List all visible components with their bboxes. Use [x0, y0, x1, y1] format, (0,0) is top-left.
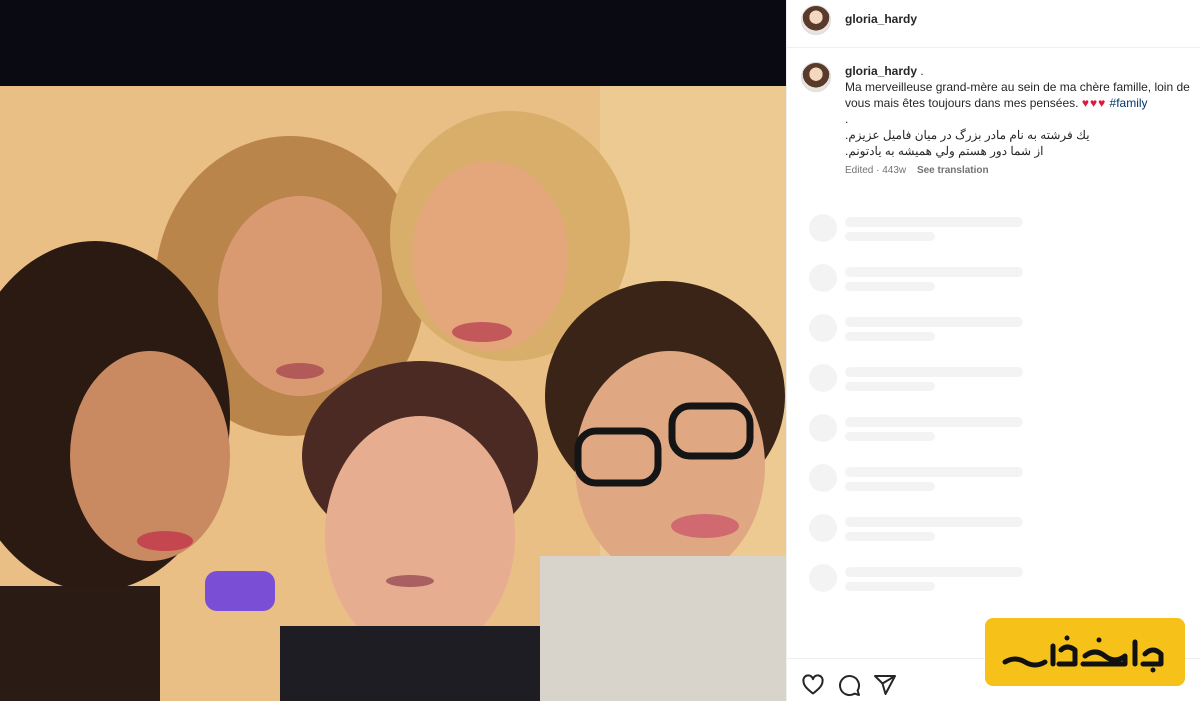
saednews-watermark-logo	[985, 618, 1185, 686]
caption-username[interactable]: gloria_hardy	[845, 64, 917, 78]
caption-persian-line-2: از شما دور هستم ولي هميشه به يادتونم.	[845, 144, 1044, 158]
heart-outline-icon[interactable]	[801, 673, 825, 697]
watermark-logo-glyphs	[1002, 635, 1164, 673]
caption-meta: Edited · 443w See translation	[845, 165, 989, 176]
see-translation-link[interactable]: See translation	[917, 165, 989, 176]
comment-skeleton	[809, 314, 1029, 364]
media-letterbox	[0, 0, 786, 86]
caption-line-2: vous mais êtes toujours dans mes pensées…	[845, 96, 1079, 110]
family-photo[interactable]	[0, 86, 786, 701]
post-caption: gloria_hardy . Ma merveilleuse grand-mèr…	[845, 63, 1200, 159]
comment-bubble-icon[interactable]	[837, 673, 861, 697]
hearts-emoji: ♥♥♥	[1081, 96, 1107, 110]
author-username[interactable]: gloria_hardy	[845, 12, 917, 26]
caption-dot: .	[845, 112, 849, 126]
post-header: gloria_hardy	[787, 0, 1200, 48]
edited-timestamp: Edited · 443w	[845, 165, 907, 176]
comment-skeleton	[809, 464, 1029, 514]
comment-skeleton	[809, 564, 1029, 614]
photo-illustration	[0, 86, 786, 701]
post-media	[0, 0, 786, 701]
post-sidebar: gloria_hardy gloria_hardy . Ma merveille…	[786, 0, 1200, 701]
comment-skeleton	[809, 264, 1029, 314]
hashtag-link[interactable]: #family	[1110, 96, 1148, 110]
paper-plane-icon[interactable]	[873, 673, 897, 697]
comment-skeleton	[809, 214, 1029, 264]
comment-skeleton	[809, 364, 1029, 414]
comment-skeleton	[809, 414, 1029, 464]
caption-avatar[interactable]	[801, 62, 831, 92]
caption-persian-line-1: يك فرشته به نام مادر بزرگ در ميان فاميل …	[845, 128, 1090, 142]
caption-line-1: Ma merveilleuse grand-mère au sein de ma…	[845, 80, 1190, 94]
comments-loading	[809, 214, 1029, 614]
comment-skeleton	[809, 514, 1029, 564]
author-avatar[interactable]	[801, 5, 831, 35]
caption-separator: .	[920, 64, 924, 78]
